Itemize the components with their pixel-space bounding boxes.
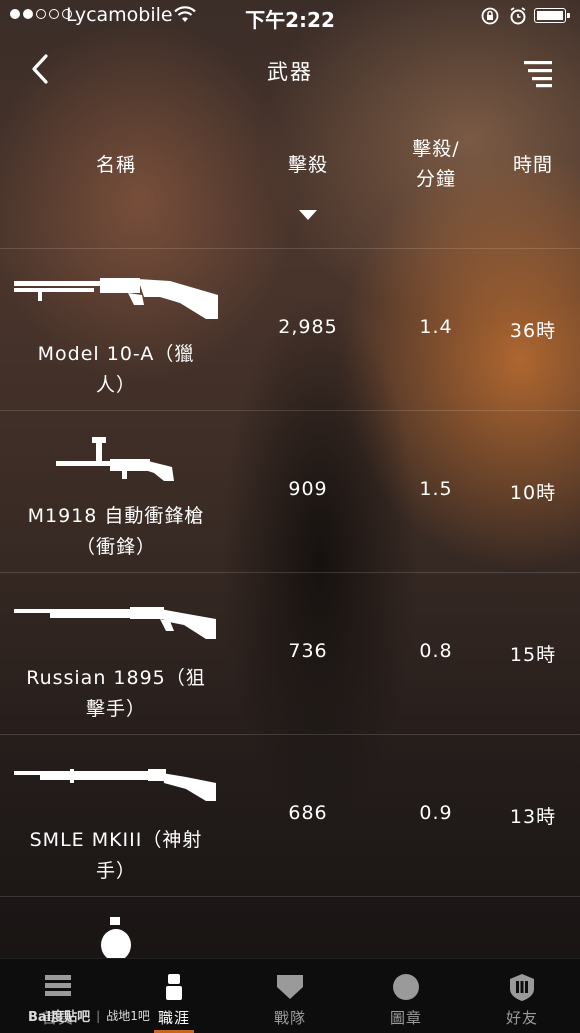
kills-per-minute-value: 0.8	[419, 640, 453, 662]
watermark: Bai度贴吧 | 战地1吧	[28, 1006, 150, 1026]
table-row[interactable]: Model 10-A（獵 人） 2,985 1.4 36時	[0, 248, 580, 411]
column-header-time[interactable]: 時間	[490, 150, 576, 177]
soldier-icon	[166, 974, 182, 1000]
kills-value: 909	[288, 478, 328, 500]
tab-friends[interactable]: 好友	[464, 959, 580, 1033]
column-header-kpm-line1: 擊殺/	[412, 138, 460, 160]
kills-value: 2,985	[278, 316, 338, 338]
watermark-text: 战地1吧	[106, 1009, 150, 1023]
smg-icon	[56, 437, 174, 481]
alarm-icon	[510, 7, 526, 25]
rotation-lock-icon	[481, 7, 499, 25]
weapon-name: M1918 自動衝鋒槍 （衝鋒）	[27, 505, 205, 558]
tab-emblems[interactable]: 圖章	[348, 959, 464, 1033]
home-icon	[45, 975, 71, 996]
time-value: 36時	[509, 320, 557, 342]
tab-label: 圖章	[389, 1009, 422, 1027]
tab-label: 好友	[505, 1009, 538, 1027]
navigation-bar: 武器	[0, 40, 580, 100]
status-bar: Lycamobile 下午2:22	[0, 0, 580, 32]
tab-label: 職涯	[153, 1007, 195, 1033]
weapon-name: Model 10-A（獵 人）	[37, 343, 195, 396]
watermark-separator: |	[96, 1008, 101, 1023]
kills-value: 686	[288, 802, 328, 824]
tab-label: 戰隊	[273, 1009, 306, 1027]
rifle-icon	[14, 607, 216, 639]
emblem-icon	[393, 974, 419, 1000]
weapon-name: SMLE MKIII（神射 手）	[29, 829, 203, 882]
weapon-name: Russian 1895（狙 擊手）	[26, 667, 206, 720]
battery-icon	[534, 8, 570, 23]
grenade-icon	[101, 917, 131, 959]
friends-icon	[510, 974, 534, 1001]
table-header: 名稱 擊殺 擊殺/ 分鐘 時間	[0, 130, 580, 246]
table-row[interactable]: Russian 1895（狙 擊手） 736 0.8 15時	[0, 572, 580, 735]
tab-squad[interactable]: 戰隊	[232, 959, 348, 1033]
kills-per-minute-value: 0.9	[419, 802, 453, 824]
time-value: 13時	[509, 806, 557, 828]
table-row[interactable]	[0, 896, 580, 959]
table-row[interactable]: SMLE MKIII（神射 手） 686 0.9 13時	[0, 734, 580, 897]
table-row[interactable]: M1918 自動衝鋒槍 （衝鋒） 909 1.5 10時	[0, 410, 580, 573]
column-header-kpm-line2: 分鐘	[415, 168, 456, 190]
kills-per-minute-value: 1.5	[419, 478, 453, 500]
column-header-name[interactable]: 名稱	[0, 150, 232, 177]
column-header-kills-per-minute[interactable]: 擊殺/ 分鐘	[386, 134, 486, 194]
kills-per-minute-value: 1.4	[419, 316, 453, 338]
page-title: 武器	[267, 60, 313, 84]
shield-icon	[277, 975, 303, 999]
sort-menu-icon[interactable]	[522, 58, 554, 88]
watermark-logo: Bai度贴吧	[28, 1010, 91, 1025]
shotgun-icon	[14, 278, 218, 319]
column-header-kills[interactable]: 擊殺	[258, 150, 358, 177]
rifle-icon	[14, 769, 216, 801]
kills-value: 736	[288, 640, 328, 662]
sort-descending-icon	[299, 210, 317, 220]
time-value: 15時	[509, 644, 557, 666]
time-value: 10時	[509, 482, 557, 504]
